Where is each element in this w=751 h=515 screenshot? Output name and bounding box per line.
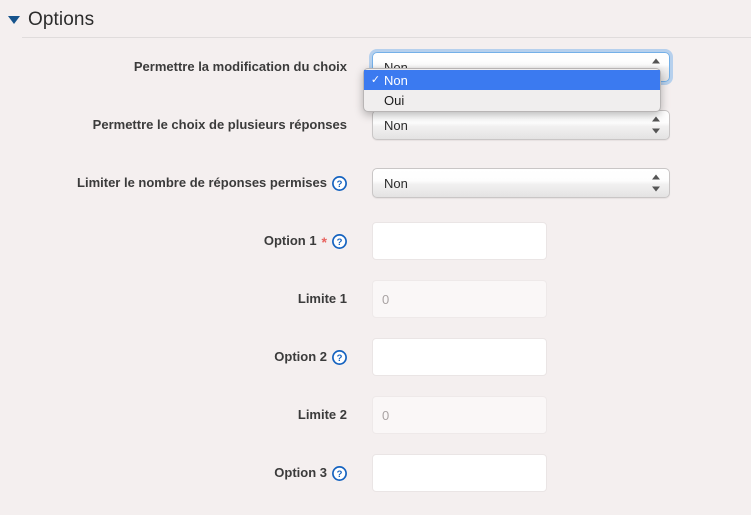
- form-row-limite-1: Limite 1: [0, 270, 751, 328]
- select-permettre-le-choix-de-plusieurs-reponses[interactable]: Non: [372, 110, 670, 140]
- dropdown-option-label: Oui: [384, 92, 405, 108]
- field-label-limiter-le-nombre-de-reponses-permises: Limiter le nombre de réponses permises?: [0, 175, 347, 191]
- help-question-icon[interactable]: ?: [332, 465, 347, 481]
- label-text: Permettre la modification du choix: [133, 59, 347, 75]
- help-question-icon[interactable]: ?: [332, 175, 347, 191]
- form-row-option-1: Option 1 *?: [0, 212, 751, 270]
- form-row-limiter-le-nombre-de-reponses-permises: Limiter le nombre de réponses permises? N…: [0, 154, 751, 212]
- field-label-option-1: Option 1 *?: [0, 233, 347, 249]
- input-limite-1[interactable]: [372, 280, 547, 318]
- field-cell-limiter-le-nombre-de-reponses-permises: Non: [347, 168, 751, 198]
- page-title: Options: [28, 8, 95, 30]
- select-dropdown-menu[interactable]: ✓ Non Oui: [363, 68, 661, 112]
- field-label-permettre-le-choix-de-plusieurs-reponses: Permettre le choix de plusieurs réponses: [0, 117, 347, 133]
- dropdown-option-non[interactable]: ✓ Non: [364, 70, 660, 90]
- label-text: Limite 1: [297, 291, 347, 307]
- field-label-option-2: Option 2?: [0, 349, 347, 365]
- input-option-3[interactable]: [372, 454, 547, 492]
- svg-text:?: ?: [337, 237, 343, 248]
- help-question-icon[interactable]: ?: [332, 349, 347, 365]
- options-section-header[interactable]: Options: [0, 0, 751, 38]
- label-text: Option 2: [274, 349, 327, 365]
- field-cell-limite-2: [347, 396, 751, 434]
- required-marker: *: [321, 234, 327, 250]
- form-row-option-3: Option 3?: [0, 444, 751, 502]
- label-text: Limite 2: [297, 407, 347, 423]
- select-value: Non: [384, 175, 408, 191]
- field-cell-option-3: [347, 454, 751, 492]
- checkmark-icon: ✓: [370, 73, 381, 86]
- input-option-1[interactable]: [372, 222, 547, 260]
- triangle-down-icon[interactable]: [8, 16, 20, 24]
- field-cell-option-2: [347, 338, 751, 376]
- field-label-limite-2: Limite 2: [0, 407, 347, 423]
- chevron-updown-icon[interactable]: [652, 174, 660, 192]
- chevron-updown-icon[interactable]: [652, 116, 660, 134]
- select-limiter-le-nombre-de-reponses-permises[interactable]: Non: [372, 168, 670, 198]
- label-text: Option 3: [274, 465, 327, 481]
- dropdown-option-label: Non: [384, 72, 408, 88]
- label-text: Limiter le nombre de réponses permises: [77, 175, 327, 191]
- field-label-permettre-la-modification-du-choix: Permettre la modification du choix: [0, 59, 347, 75]
- input-limite-2[interactable]: [372, 396, 547, 434]
- help-question-icon[interactable]: ?: [332, 233, 347, 249]
- dropdown-option-oui[interactable]: Oui: [364, 90, 660, 110]
- field-cell-permettre-le-choix-de-plusieurs-reponses: Non: [347, 110, 751, 140]
- input-option-2[interactable]: [372, 338, 547, 376]
- svg-text:?: ?: [337, 179, 343, 190]
- field-cell-limite-1: [347, 280, 751, 318]
- svg-text:?: ?: [337, 469, 343, 480]
- field-cell-option-1: [347, 222, 751, 260]
- svg-text:?: ?: [337, 353, 343, 364]
- form-row-option-2: Option 2?: [0, 328, 751, 386]
- label-text: Option 1: [263, 233, 317, 249]
- label-text: Permettre le choix de plusieurs réponses: [92, 117, 347, 133]
- field-label-option-3: Option 3?: [0, 465, 347, 481]
- field-label-limite-1: Limite 1: [0, 291, 347, 307]
- select-value: Non: [384, 117, 408, 133]
- form-row-limite-2: Limite 2: [0, 386, 751, 444]
